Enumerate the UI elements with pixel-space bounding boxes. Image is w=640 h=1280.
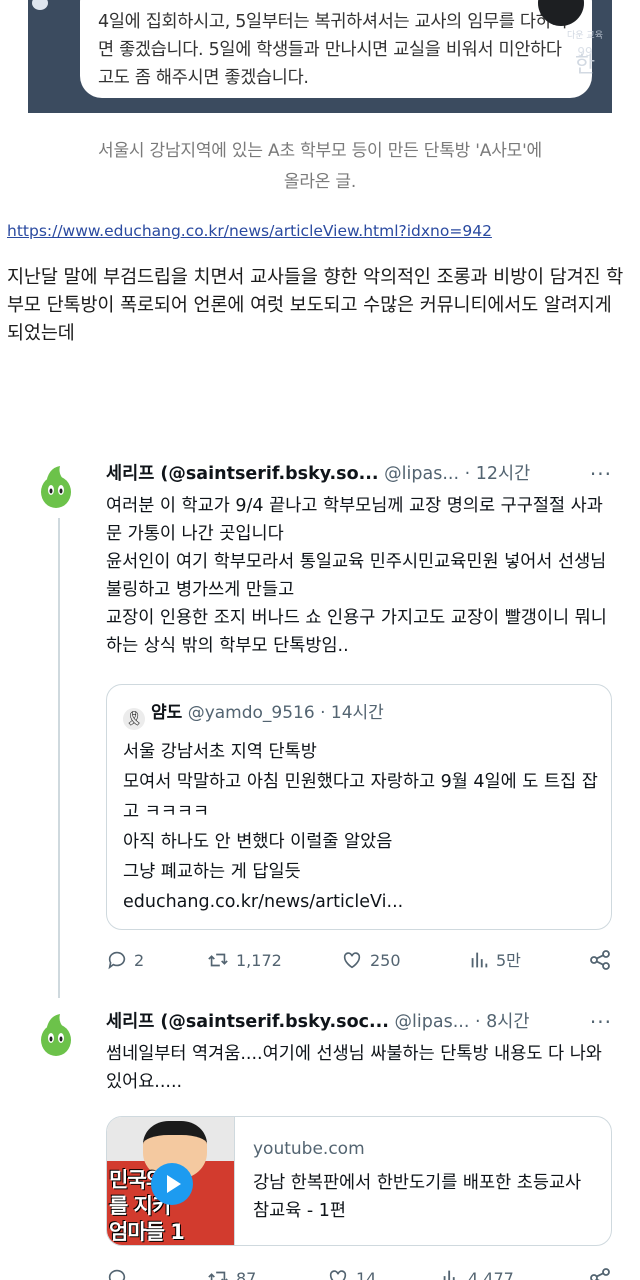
- retweet-count: 87: [236, 1269, 257, 1280]
- share-button[interactable]: [588, 1266, 618, 1280]
- quote-header: 🎗 얌도 @yamdo_9516 · 14시간: [123, 701, 384, 730]
- quote-timestamp: · 14시간: [320, 703, 384, 723]
- news-image: 4일에 집회하시고, 5일부터는 복귀하셔서는 교사의 임무를 다하시면 좋겠습…: [28, 0, 612, 113]
- reply-button[interactable]: [106, 1266, 134, 1280]
- share-icon: [590, 1268, 610, 1280]
- link-card[interactable]: 민국의 를 지키 엄마들 1 youtube.com 강남 한복판에서 한반도기…: [106, 1116, 612, 1246]
- video-thumbnail[interactable]: 민국의 를 지키 엄마들 1: [107, 1117, 235, 1245]
- card-title: 강남 한복판에서 한반도기를 배포한 초등교사 참교육 - 1편: [253, 1173, 582, 1221]
- retweet-icon: [208, 953, 228, 967]
- more-icon[interactable]: ···: [590, 1010, 612, 1034]
- caption-line-2: 올라온 글.: [283, 172, 357, 192]
- action-bar: 2 1,172 250 5만: [106, 948, 616, 974]
- heart-icon: [329, 1270, 347, 1280]
- caption-line-1: 서울시 강남지역에 있는 A초 학부모 등이 만든 단톡방 'A사모'에: [98, 141, 542, 161]
- body-paragraph: 지난달 말에 부검드립을 치면서 교사들을 향한 악의적인 조롱과 비방이 담겨…: [7, 267, 624, 344]
- chart-icon: [471, 952, 488, 968]
- timestamp[interactable]: · 12시간: [465, 464, 531, 484]
- play-icon[interactable]: [151, 1163, 193, 1205]
- like-count: 14: [356, 1269, 377, 1280]
- retweet-icon: [208, 1271, 228, 1280]
- display-name[interactable]: 세리프 (@saintserif.bsky.soc...: [106, 1012, 389, 1032]
- display-name[interactable]: 세리프 (@saintserif.bsky.so...: [106, 464, 379, 484]
- views-count: 5만: [496, 951, 521, 970]
- quote-bubble: 4일에 집회하시고, 5일부터는 복귀하셔서는 교사의 임무를 다하시면 좋겠습…: [80, 0, 592, 98]
- ribbon-icon: 🎗: [123, 708, 145, 730]
- avatar[interactable]: [34, 462, 78, 510]
- reply-button[interactable]: 2: [106, 948, 144, 974]
- views-count: 4,477: [468, 1269, 514, 1280]
- tweet-text: 썸네일부터 역겨움....여기에 선생님 싸불하는 단톡방 내용도 다 나와있어…: [106, 1044, 602, 1092]
- handle[interactable]: @lipas...: [384, 464, 459, 484]
- thread-line: [58, 518, 60, 998]
- tweet-text: 여러분 이 학교가 9/4 끝나고 학부모님께 교장 명의로 구구절절 사과문 …: [106, 496, 607, 656]
- news-logo-small: 다운 교육: [567, 31, 603, 41]
- article-link[interactable]: https://www.educhang.co.kr/news/articleV…: [7, 222, 492, 240]
- handle[interactable]: @lipas...: [395, 1012, 470, 1032]
- action-bar: 87 14 4,477: [106, 1266, 616, 1280]
- news-logo-char: 한: [574, 53, 596, 78]
- like-button[interactable]: 14: [326, 1266, 376, 1280]
- share-button[interactable]: [588, 948, 618, 975]
- news-logo: 다운 교육 99 한: [558, 30, 612, 113]
- retweet-count: 1,172: [236, 951, 282, 970]
- more-icon[interactable]: ···: [590, 462, 612, 486]
- like-button[interactable]: 250: [340, 948, 401, 974]
- reply-icon: [108, 951, 126, 970]
- card-domain: youtube.com: [253, 1139, 365, 1159]
- timestamp[interactable]: · 8시간: [475, 1012, 529, 1032]
- tweet-header: 세리프 (@saintserif.bsky.so... @lipas... · …: [106, 462, 616, 486]
- tweet-header: 세리프 (@saintserif.bsky.soc... @lipas... ·…: [106, 1010, 616, 1034]
- retweet-button[interactable]: 1,172: [206, 948, 282, 974]
- avatar[interactable]: [34, 1010, 78, 1058]
- reply-icon: [108, 1269, 126, 1280]
- quote-handle: @yamdo_9516: [187, 703, 315, 723]
- reply-count: 2: [134, 951, 145, 970]
- heart-icon: [343, 952, 361, 969]
- views-button[interactable]: 4,477: [440, 1266, 514, 1280]
- share-icon: [590, 950, 610, 970]
- like-count: 250: [370, 951, 401, 970]
- quote-display-name: 얌도: [151, 703, 183, 723]
- views-button[interactable]: 5만: [468, 948, 521, 974]
- chart-icon: [443, 1270, 455, 1280]
- paw-icon: [32, 0, 48, 10]
- quote-text: 서울 강남서초 지역 단톡방 모여서 막말하고 아침 민원했다고 자랑하고 9월…: [123, 742, 598, 912]
- retweet-button[interactable]: 87: [206, 1266, 256, 1280]
- image-caption: 서울시 강남지역에 있는 A초 학부모 등이 만든 단톡방 'A사모'에 올라온…: [0, 136, 640, 198]
- quoted-tweet[interactable]: 🎗 얌도 @yamdo_9516 · 14시간 서울 강남서초 지역 단톡방 모여…: [106, 684, 612, 930]
